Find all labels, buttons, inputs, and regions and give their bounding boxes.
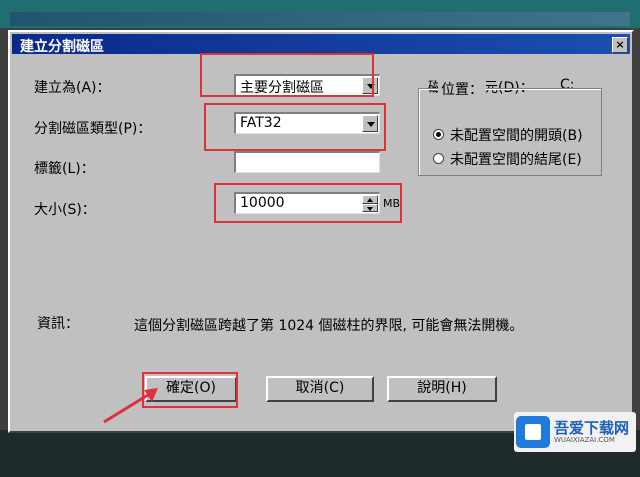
highlight-size xyxy=(214,183,402,223)
info-label: 資訊： xyxy=(37,316,79,332)
watermark-title: 吾爱下载网 xyxy=(554,419,630,437)
create-as-label: 建立為(A)： xyxy=(34,80,111,96)
tag-label: 標籤(L)： xyxy=(34,161,95,177)
size-label: 大小(S)： xyxy=(34,202,96,218)
watermark: 吾爱下载网 WUAIXIAZAI.COM xyxy=(514,412,636,452)
position-group-title: 位置： xyxy=(438,79,486,99)
partition-type-label: 分割磁區類型(P)： xyxy=(34,121,152,137)
highlight-partition-type xyxy=(204,103,386,151)
tag-input[interactable] xyxy=(234,151,380,173)
annotation-arrow-icon xyxy=(103,388,158,424)
radio-start-label[interactable]: 未配置空間的開頭(B) xyxy=(450,125,583,145)
radio-end[interactable] xyxy=(433,153,444,164)
watermark-subtitle: WUAIXIAZAI.COM xyxy=(554,436,615,444)
cube-logo-icon xyxy=(516,416,550,448)
info-message: 這個分割磁區跨越了第 1024 個磁柱的界限, 可能會無法開機。 xyxy=(134,318,524,334)
dialog-titlebar: 建立分割磁區 × xyxy=(12,34,630,55)
cancel-button[interactable]: 取消(C) xyxy=(266,376,374,402)
background-window-titlebar xyxy=(10,12,630,26)
close-icon: × xyxy=(615,38,625,51)
close-button[interactable]: × xyxy=(612,37,628,53)
radio-end-label[interactable]: 未配置空間的結尾(E) xyxy=(450,149,582,169)
dialog-title: 建立分割磁區 xyxy=(20,39,104,55)
highlight-create-as xyxy=(200,53,374,97)
radio-start[interactable] xyxy=(433,129,444,140)
help-button[interactable]: 說明(H) xyxy=(387,376,497,402)
